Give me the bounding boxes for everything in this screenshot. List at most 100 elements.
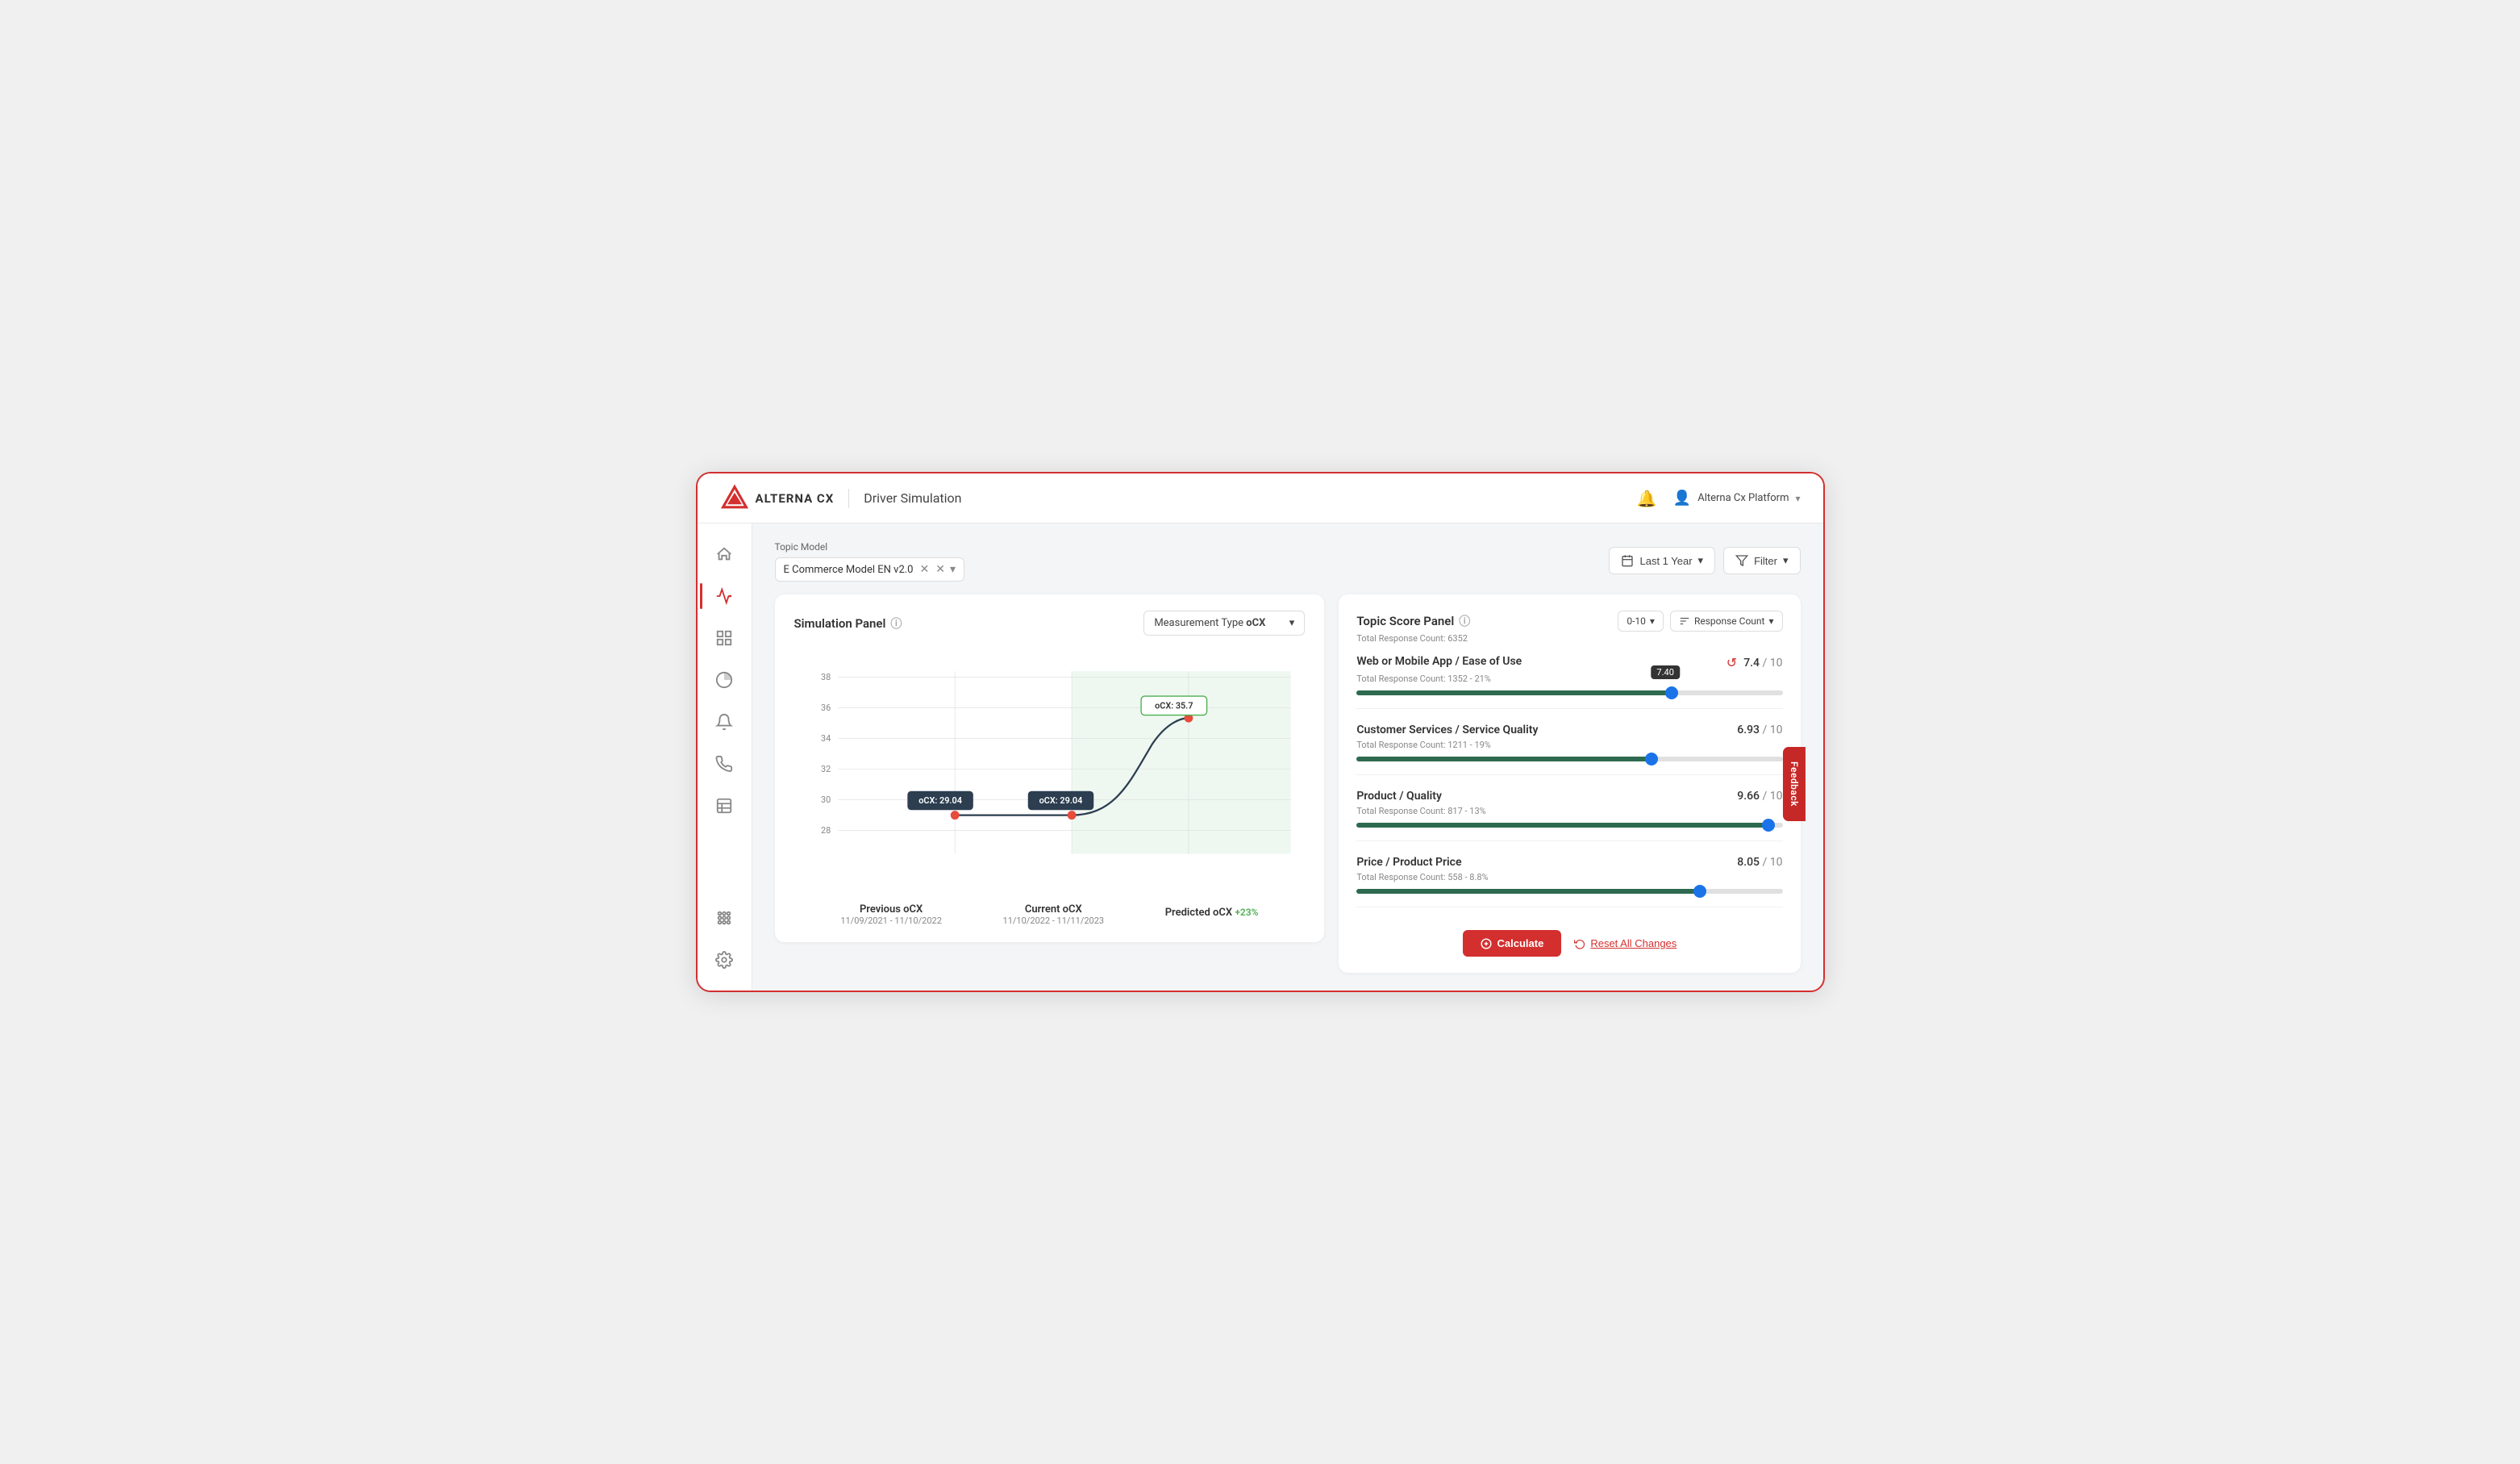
chart-svg: 38 36 34 32 30 28 bbox=[794, 649, 1306, 899]
measurement-chevron-icon: ▾ bbox=[1289, 617, 1295, 629]
slider-fill-1 bbox=[1356, 690, 1672, 695]
simulation-info-icon[interactable]: ⓘ bbox=[890, 615, 902, 632]
tooltip-curr-text: oCX: 29.04 bbox=[1039, 795, 1082, 806]
svg-text:34: 34 bbox=[821, 733, 831, 744]
topic-tag-clear-icon[interactable]: ✕ bbox=[935, 563, 945, 576]
sidebar-item-analytics[interactable] bbox=[706, 578, 742, 614]
total-count-text: Total Response Count: 6352 bbox=[1356, 633, 1782, 644]
x-label-curr-main: Current oCX bbox=[1003, 903, 1105, 916]
driver-header-3: Product / Quality 9.66 / 10 bbox=[1356, 790, 1782, 803]
slider-thumb-2[interactable] bbox=[1645, 753, 1658, 765]
date-filter-button[interactable]: Last 1 Year ▾ bbox=[1609, 547, 1715, 574]
page-title: Driver Simulation bbox=[864, 490, 961, 506]
reset-label: Reset All Changes bbox=[1590, 937, 1677, 949]
response-chevron-icon: ▾ bbox=[1768, 615, 1773, 627]
header-divider bbox=[848, 489, 849, 508]
user-icon: 👤 bbox=[1673, 490, 1691, 507]
feedback-tab[interactable]: Feedback bbox=[1783, 747, 1806, 821]
topic-section: Topic Model E Commerce Model EN v2.0 ✕ ✕… bbox=[775, 541, 965, 582]
header-right: 🔔 👤 Alterna Cx Platform ▾ bbox=[1637, 489, 1801, 508]
slider-2[interactable] bbox=[1356, 757, 1782, 761]
user-name: Alterna Cx Platform bbox=[1697, 492, 1789, 504]
reset-button[interactable]: Reset All Changes bbox=[1574, 937, 1677, 949]
header-left: ALTERNA CX Driver Simulation bbox=[720, 484, 962, 513]
chart-point-curr bbox=[1067, 811, 1076, 820]
chart-x-curr: Current oCX 11/10/2022 - 11/11/2023 bbox=[1003, 903, 1105, 926]
measurement-label: Measurement Type oCX bbox=[1154, 617, 1265, 629]
slider-4[interactable] bbox=[1356, 889, 1782, 894]
sidebar-item-notifications[interactable] bbox=[706, 704, 742, 740]
bell-icon[interactable]: 🔔 bbox=[1637, 489, 1657, 508]
logo: ALTERNA CX bbox=[720, 484, 835, 513]
sidebar-item-apps[interactable] bbox=[706, 900, 742, 936]
x-label-prev-main: Previous oCX bbox=[840, 903, 942, 916]
simulation-panel: Simulation Panel ⓘ Measurement Type oCX … bbox=[775, 594, 1325, 942]
driver-sub-3: Total Response Count: 817 - 13% bbox=[1356, 806, 1782, 816]
sidebar-item-home[interactable] bbox=[706, 536, 742, 572]
chevron-down-icon: ▾ bbox=[1795, 493, 1800, 504]
slider-thumb-4[interactable] bbox=[1693, 885, 1706, 898]
simulation-panel-title: Simulation Panel ⓘ bbox=[794, 615, 902, 632]
response-count-dropdown[interactable]: Response Count ▾ bbox=[1670, 611, 1783, 632]
filter-icon bbox=[1735, 554, 1748, 567]
sidebar-item-grid[interactable] bbox=[706, 620, 742, 656]
measurement-dropdown[interactable]: Measurement Type oCX ▾ bbox=[1143, 611, 1305, 636]
response-count-label: Response Count bbox=[1694, 615, 1765, 627]
topic-tag-close-icon[interactable]: ✕ bbox=[920, 563, 930, 576]
driver-name-4: Price / Product Price bbox=[1356, 856, 1461, 869]
simulation-panel-header: Simulation Panel ⓘ Measurement Type oCX … bbox=[794, 611, 1306, 636]
tooltip-prev-text: oCX: 29.04 bbox=[918, 795, 962, 806]
tooltip-pred-text: oCX: 35.7 bbox=[1155, 700, 1193, 711]
main-layout: Topic Model E Commerce Model EN v2.0 ✕ ✕… bbox=[698, 523, 1823, 991]
range-dropdown[interactable]: 0-10 ▾ bbox=[1618, 611, 1664, 632]
date-chevron-icon: ▾ bbox=[1698, 554, 1704, 567]
filter-chevron-icon: ▾ bbox=[1783, 554, 1789, 567]
content: Topic Model E Commerce Model EN v2.0 ✕ ✕… bbox=[752, 523, 1823, 991]
sidebar-item-phone[interactable] bbox=[706, 746, 742, 782]
score-panel: Topic Score Panel ⓘ 0-10 ▾ Response Coun… bbox=[1339, 594, 1800, 973]
sidebar-item-chart[interactable] bbox=[706, 662, 742, 698]
slider-fill-2 bbox=[1356, 757, 1652, 761]
score-panel-footer: Calculate Reset All Changes bbox=[1356, 922, 1782, 957]
driver-refresh-1[interactable]: ↺ bbox=[1727, 655, 1737, 670]
reset-icon bbox=[1574, 938, 1585, 949]
driver-item-4: Price / Product Price 8.05 / 10 Total Re… bbox=[1356, 856, 1782, 907]
date-filter-label: Last 1 Year bbox=[1639, 555, 1692, 567]
calculate-icon bbox=[1481, 938, 1492, 949]
slider-3[interactable] bbox=[1356, 823, 1782, 828]
topic-label: Topic Model bbox=[775, 541, 965, 553]
slider-fill-4 bbox=[1356, 889, 1699, 894]
driver-sub-2: Total Response Count: 1211 - 19% bbox=[1356, 740, 1782, 750]
calculate-button[interactable]: Calculate bbox=[1463, 930, 1562, 957]
panels-row: Simulation Panel ⓘ Measurement Type oCX … bbox=[775, 594, 1801, 973]
chart-point-prev bbox=[950, 811, 959, 820]
slider-thumb-1[interactable]: 7.40 bbox=[1665, 686, 1678, 699]
sidebar-item-settings[interactable] bbox=[706, 942, 742, 978]
svg-text:32: 32 bbox=[821, 764, 831, 774]
user-section[interactable]: 👤 Alterna Cx Platform ▾ bbox=[1673, 490, 1801, 507]
score-panel-title: Topic Score Panel ⓘ bbox=[1356, 613, 1470, 629]
filter-button[interactable]: Filter ▾ bbox=[1723, 547, 1800, 574]
score-panel-info-icon[interactable]: ⓘ bbox=[1459, 613, 1470, 629]
sidebar bbox=[698, 523, 752, 991]
chart-x-pred: Predicted oCX +23% bbox=[1165, 903, 1259, 926]
logo-icon bbox=[720, 484, 749, 513]
chart-x-labels: Previous oCX 11/09/2021 - 11/10/2022 Cur… bbox=[794, 903, 1306, 926]
x-label-prev-date: 11/09/2021 - 11/10/2022 bbox=[840, 916, 942, 926]
slider-thumb-3[interactable] bbox=[1762, 819, 1775, 832]
driver-sub-1: Total Response Count: 1352 - 21% bbox=[1356, 674, 1782, 684]
driver-score-row-1: ↺ 7.4 / 10 bbox=[1727, 655, 1783, 670]
topic-tag[interactable]: E Commerce Model EN v2.0 ✕ ✕ ▾ bbox=[775, 557, 965, 582]
slider-1[interactable]: 7.40 bbox=[1356, 690, 1782, 695]
calendar-icon bbox=[1621, 554, 1634, 567]
topic-tag-dropdown-icon[interactable]: ▾ bbox=[950, 563, 956, 576]
filter-row: Last 1 Year ▾ Filter ▾ bbox=[1609, 547, 1800, 576]
app-frame: ALTERNA CX Driver Simulation 🔔 👤 Alterna… bbox=[696, 472, 1825, 992]
sidebar-item-table[interactable] bbox=[706, 788, 742, 824]
driver-header-2: Customer Services / Service Quality 6.93… bbox=[1356, 724, 1782, 736]
range-chevron-icon: ▾ bbox=[1650, 615, 1655, 627]
svg-text:38: 38 bbox=[821, 672, 831, 682]
x-label-curr-date: 11/10/2022 - 11/11/2023 bbox=[1003, 916, 1105, 926]
topic-bar: Topic Model E Commerce Model EN v2.0 ✕ ✕… bbox=[775, 541, 1801, 582]
score-panel-header: Topic Score Panel ⓘ 0-10 ▾ Response Coun… bbox=[1356, 611, 1782, 632]
